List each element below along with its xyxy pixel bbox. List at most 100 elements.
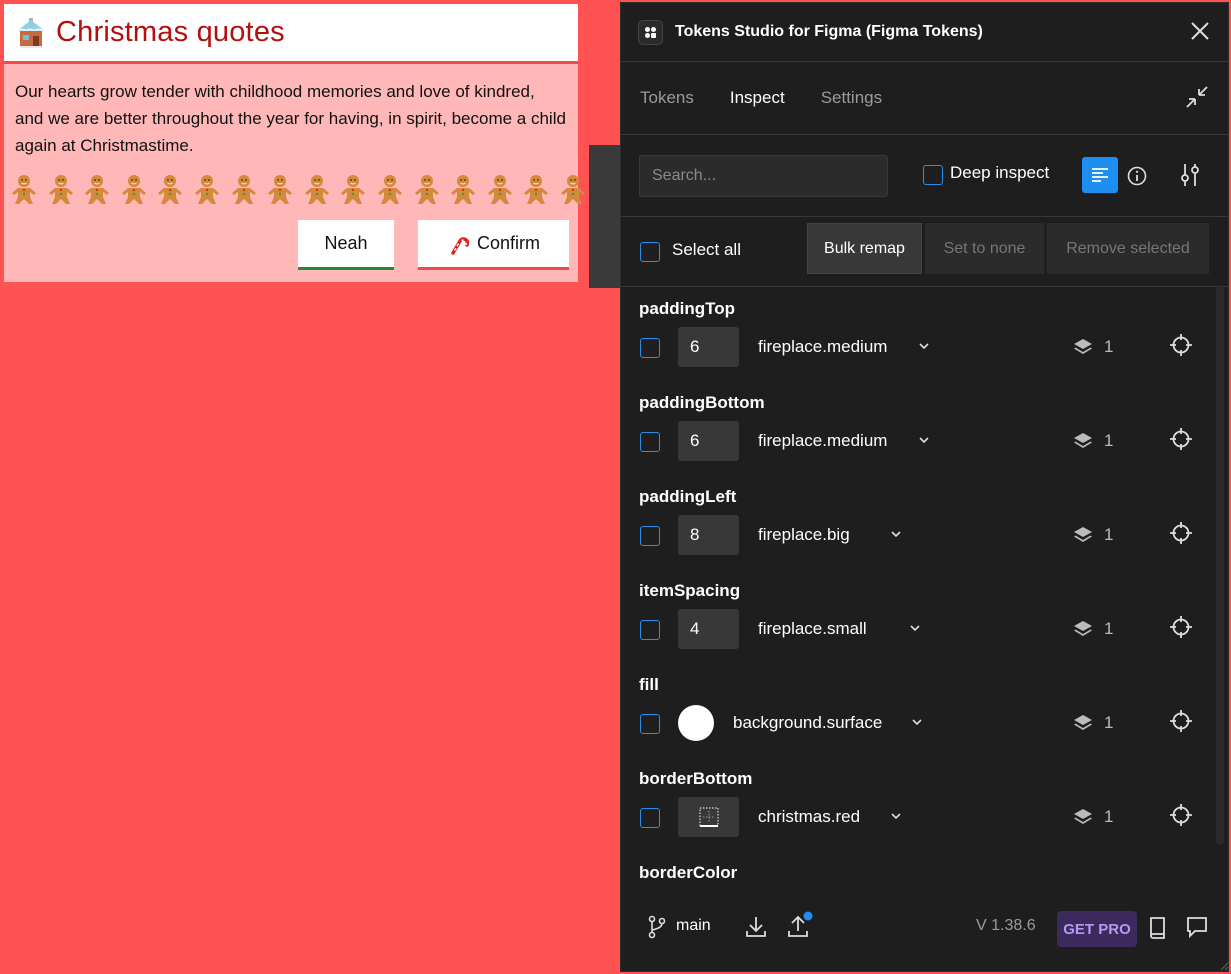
layer-count: 1	[1104, 807, 1114, 826]
token-reference-name[interactable]: background.surface	[733, 713, 882, 733]
token-group-paddingBottom: paddingBottom 6 fireplace.medium 1	[621, 393, 1228, 487]
layers-icon	[1074, 527, 1092, 542]
layer-count: 1	[1104, 431, 1114, 450]
select-all-label: Select all	[672, 240, 741, 259]
layers-icon	[1074, 809, 1092, 824]
card-title: Christmas quotes	[56, 16, 285, 48]
tokens-studio-panel: Tokens Studio for Figma (Figma Tokens) T…	[620, 2, 1229, 972]
chevron-down-icon[interactable]	[889, 527, 903, 541]
resize-handle-icon[interactable]	[1218, 959, 1229, 971]
gingerbread-icon	[414, 175, 439, 204]
gingerbread-icon	[377, 175, 402, 204]
select-target-icon[interactable]	[1169, 333, 1193, 357]
gingerbread-icon	[268, 175, 293, 204]
neah-label: Neah	[324, 233, 368, 253]
token-row-checkbox[interactable]	[640, 526, 660, 546]
token-reference-name[interactable]: fireplace.medium	[758, 337, 887, 357]
token-reference-name[interactable]: fireplace.small	[758, 619, 867, 639]
layers-icon	[1074, 621, 1092, 636]
info-icon[interactable]	[1126, 165, 1148, 187]
token-reference-name[interactable]: fireplace.medium	[758, 431, 887, 451]
tab-tokens[interactable]: Tokens	[640, 88, 694, 108]
select-target-icon[interactable]	[1169, 427, 1193, 451]
select-target-icon[interactable]	[1169, 615, 1193, 639]
token-row-checkbox[interactable]	[640, 808, 660, 828]
token-group-fill: fill background.surface 1	[621, 675, 1228, 769]
confirm-button[interactable]: Confirm	[418, 220, 569, 270]
background-strip	[589, 145, 621, 288]
branch-icon	[648, 915, 666, 939]
token-group-name: borderBottom	[639, 769, 753, 788]
get-pro-button[interactable]: GET PRO	[1057, 911, 1137, 947]
token-row-checkbox[interactable]	[640, 620, 660, 640]
house-icon	[17, 17, 45, 48]
title-bar: Tokens Studio for Figma (Figma Tokens)	[621, 3, 1228, 62]
search-input[interactable]	[639, 155, 888, 197]
scrollbar[interactable]	[1216, 285, 1224, 845]
token-group-name: paddingLeft	[639, 487, 737, 506]
bulk-remap-button[interactable]: Bulk remap	[807, 223, 922, 274]
token-value-box: 6	[678, 327, 739, 367]
gingerbread-row	[10, 174, 587, 206]
deep-inspect-label: Deep inspect	[950, 163, 1050, 182]
layer-count: 1	[1104, 619, 1114, 638]
confirm-label: Confirm	[476, 233, 540, 253]
gingerbread-icon	[560, 175, 585, 204]
app-icon	[638, 19, 663, 45]
token-row-checkbox[interactable]	[640, 338, 660, 358]
minimize-icon[interactable]	[1184, 84, 1210, 110]
token-group-paddingLeft: paddingLeft 8 fireplace.big 1	[621, 487, 1228, 581]
list-view-button[interactable]	[1082, 157, 1118, 193]
color-swatch	[678, 705, 714, 741]
close-icon[interactable]	[1190, 21, 1210, 41]
download-icon[interactable]	[745, 915, 767, 939]
token-group-name: paddingBottom	[639, 393, 765, 412]
bulk-actions-row: Select all Bulk remap Set to none Remove…	[621, 217, 1228, 287]
filter-settings-icon[interactable]	[1178, 162, 1202, 188]
deep-inspect-checkbox[interactable]	[923, 165, 943, 185]
feedback-icon[interactable]	[1185, 915, 1209, 939]
gingerbread-icon	[341, 175, 366, 204]
token-row-checkbox[interactable]	[640, 714, 660, 734]
neah-button[interactable]: Neah	[298, 220, 394, 270]
chevron-down-icon[interactable]	[917, 339, 931, 353]
gingerbread-icon	[158, 175, 183, 204]
select-all-checkbox[interactable]	[640, 242, 660, 262]
gingerbread-icon	[524, 175, 549, 204]
tab-bar: Tokens Inspect Settings	[621, 62, 1228, 135]
gingerbread-icon	[121, 175, 146, 204]
remove-selected-button[interactable]: Remove selected	[1047, 223, 1209, 274]
chevron-down-icon[interactable]	[908, 621, 922, 635]
gingerbread-icon	[451, 175, 476, 204]
chevron-down-icon[interactable]	[910, 715, 924, 729]
footer: main V 1.38.6 GET PRO	[621, 895, 1229, 971]
layers-icon	[1074, 339, 1092, 354]
docs-icon[interactable]	[1148, 915, 1168, 939]
chevron-down-icon[interactable]	[917, 433, 931, 447]
select-target-icon[interactable]	[1169, 521, 1193, 545]
border-bottom-icon	[698, 807, 719, 827]
token-group-name: borderColor	[639, 863, 738, 882]
app-title: Tokens Studio for Figma (Figma Tokens)	[675, 23, 983, 40]
select-target-icon[interactable]	[1169, 709, 1193, 733]
chevron-down-icon[interactable]	[889, 809, 903, 823]
token-reference-name[interactable]: christmas.red	[758, 807, 860, 827]
select-target-icon[interactable]	[1169, 803, 1193, 827]
tab-settings[interactable]: Settings	[821, 88, 882, 108]
token-reference-name[interactable]: fireplace.big	[758, 525, 850, 545]
gingerbread-icon	[48, 175, 73, 204]
layer-count: 1	[1104, 713, 1114, 732]
christmas-card: Christmas quotes Our hearts grow tender …	[4, 4, 585, 282]
candy-cane-icon	[451, 236, 469, 255]
token-row-checkbox[interactable]	[640, 432, 660, 452]
token-group-borderBottom: borderBottom christmas.red 1	[621, 769, 1228, 863]
layer-count: 1	[1104, 337, 1114, 356]
gingerbread-icon	[487, 175, 512, 204]
tab-inspect[interactable]: Inspect	[730, 88, 785, 108]
gingerbread-icon	[231, 175, 256, 204]
upload-icon[interactable]	[787, 911, 813, 939]
layer-count: 1	[1104, 525, 1114, 544]
branch-name[interactable]: main	[676, 917, 711, 935]
token-value-box: 6	[678, 421, 739, 461]
set-to-none-button[interactable]: Set to none	[925, 223, 1044, 274]
